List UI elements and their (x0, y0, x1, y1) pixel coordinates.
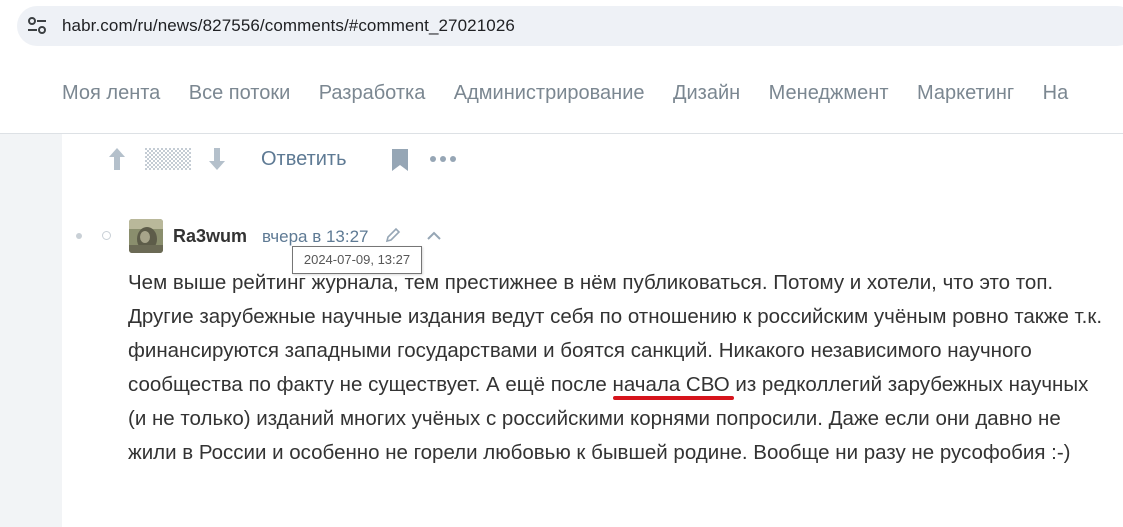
nav-item-design[interactable]: Дизайн (673, 82, 740, 105)
nav-item-development[interactable]: Разработка (319, 82, 426, 105)
top-navigation: Моя лента Все потоки Разработка Админист… (0, 56, 1123, 134)
comment-author[interactable]: Ra3wum (173, 226, 247, 247)
edited-pencil-icon (385, 227, 401, 243)
highlighted-phrase: начала СВО (612, 373, 730, 396)
comment-body: Чем выше рейтинг журнала, тем престижнее… (128, 266, 1103, 470)
thread-ring (102, 231, 111, 240)
nav-item-more[interactable]: На (1043, 82, 1069, 105)
nav-item-management[interactable]: Менеджмент (769, 82, 889, 105)
vote-down-icon[interactable] (205, 146, 229, 172)
url-text[interactable]: habr.com/ru/news/827556/comments/#commen… (62, 16, 515, 36)
avatar[interactable] (129, 219, 163, 253)
url-field[interactable]: habr.com/ru/news/827556/comments/#commen… (17, 6, 1123, 46)
reply-button[interactable]: Ответить (261, 148, 347, 171)
page-left-gutter (0, 134, 62, 527)
chevron-up-icon[interactable] (426, 230, 442, 242)
nav-item-administration[interactable]: Администрирование (454, 82, 645, 105)
tune-icon[interactable] (27, 17, 47, 35)
browser-address-bar: habr.com/ru/news/827556/comments/#commen… (0, 0, 1123, 56)
nav-item-marketing[interactable]: Маркетинг (917, 82, 1014, 105)
nav-item-all-streams[interactable]: Все потоки (189, 82, 291, 105)
rating-hidden-icon (145, 148, 191, 170)
vote-up-icon[interactable] (105, 146, 129, 172)
bookmark-icon[interactable] (389, 148, 411, 172)
comment-time[interactable]: вчера в 13:27 (262, 227, 369, 247)
more-options-icon[interactable] (429, 154, 457, 164)
nav-item-my-feed[interactable]: Моя лента (62, 82, 160, 105)
thread-dot (76, 233, 82, 239)
